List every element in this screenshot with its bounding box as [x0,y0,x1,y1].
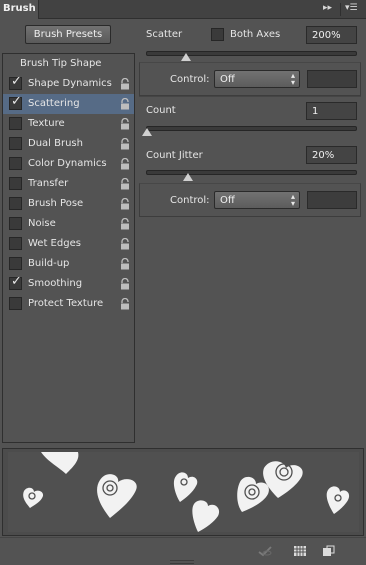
list-item[interactable]: ✓ Smoothing [3,274,134,294]
panel-footer [0,537,366,565]
scatter-label: Scatter [146,29,183,40]
option-checkbox[interactable]: ✓ [9,94,22,110]
divider [139,96,361,97]
lock-icon[interactable] [120,177,130,190]
option-checkbox[interactable] [9,137,22,150]
option-checkbox[interactable] [9,117,22,130]
tab-separator [340,3,341,16]
heart-shape [173,472,198,502]
list-item[interactable]: Brush Pose [3,194,134,214]
count-jitter-control-value: Off [220,195,235,206]
option-checkbox[interactable] [9,157,22,170]
option-checkbox[interactable] [9,237,22,250]
lock-icon[interactable] [120,277,130,290]
count-value-field[interactable]: 1 [306,102,357,120]
option-checkbox[interactable]: ✓ [9,74,22,90]
scatter-value-field[interactable]: 200% [306,26,357,44]
lock-icon[interactable] [120,257,130,270]
grid-icon[interactable] [293,545,307,557]
panel-tab-bar: Brush ▸▸ ▾☰ [0,0,366,19]
both-axes-checkbox[interactable] [211,28,224,41]
lock-icon[interactable] [120,117,130,130]
checkmark-icon: ✓ [11,74,22,89]
scatter-control-extra-field [307,70,357,88]
count-jitter-slider[interactable] [146,170,357,175]
heart-brush-stroke [23,452,350,532]
list-item[interactable]: Protect Texture [3,294,134,314]
option-label: Color Dynamics [28,158,107,169]
count-label: Count [146,105,176,116]
brush-presets-button[interactable]: Brush Presets [25,25,111,44]
list-item[interactable]: Build-up [3,254,134,274]
count-jitter-control-extra-field [307,191,357,209]
list-item[interactable]: Texture [3,114,134,134]
brush-tip-shape-item[interactable]: Brush Tip Shape [20,58,101,69]
scatter-slider[interactable] [146,51,357,56]
list-item[interactable]: Dual Brush [3,134,134,154]
dropdown-arrows-icon: ▴ ▾ [290,71,295,87]
scatter-control-label: Control: [170,74,210,85]
heart-shape [192,500,220,532]
option-label: Shape Dynamics [28,78,112,89]
option-label: Transfer [28,178,69,189]
option-label: Wet Edges [28,238,81,249]
count-jitter-control-dropdown[interactable]: Off ▴ ▾ [214,191,300,209]
option-label: Texture [28,118,65,129]
resize-grip[interactable] [170,560,194,564]
heart-shape [23,487,44,508]
lock-icon[interactable] [120,237,130,250]
scatter-control-value: Off [220,74,235,85]
count-slider-thumb[interactable] [142,128,152,136]
option-checkbox[interactable] [9,197,22,210]
count-slider[interactable] [146,126,357,131]
option-label: Build-up [28,258,70,269]
option-label: Smoothing [28,278,83,289]
brush-stroke-preview [2,448,364,536]
heart-shape [97,474,137,518]
option-label: Protect Texture [28,298,104,309]
option-label: Noise [28,218,56,229]
count-jitter-value-field[interactable]: 20% [306,146,357,164]
dropdown-arrows-icon: ▴ ▾ [290,192,295,208]
tab-brush[interactable]: Brush [0,0,39,19]
scatter-slider-thumb[interactable] [181,53,192,61]
option-label: Scattering [28,98,80,109]
lock-icon[interactable] [120,197,130,210]
heart-shape [41,452,79,474]
list-item[interactable]: Transfer [3,174,134,194]
brush-visibility-icon[interactable] [258,545,272,557]
count-jitter-slider-thumb[interactable] [183,173,194,181]
heart-shape [326,486,350,514]
new-preset-icon[interactable] [322,545,336,557]
lock-icon[interactable] [120,157,130,170]
list-item[interactable]: Wet Edges [3,234,134,254]
lock-icon[interactable] [120,77,130,90]
option-checkbox[interactable] [9,217,22,230]
lock-icon[interactable] [120,137,130,150]
checkmark-icon: ✓ [11,94,22,109]
lock-icon[interactable] [120,97,130,110]
option-checkbox[interactable]: ✓ [9,274,22,290]
checkmark-icon: ✓ [11,274,22,289]
option-checkbox[interactable] [9,177,22,190]
scatter-control-dropdown[interactable]: Off ▴ ▾ [214,70,300,88]
brush-panel: Brush ▸▸ ▾☰ Brush Presets Brush Tip Shap… [0,0,366,565]
preview-canvas [8,452,359,532]
double-chevron-right-icon[interactable]: ▸▸ [323,3,332,13]
option-label: Dual Brush [28,138,83,149]
count-jitter-control-label: Control: [170,195,210,206]
list-item[interactable]: Color Dynamics [3,154,134,174]
count-jitter-label: Count Jitter [146,150,203,161]
option-label: Brush Pose [28,198,84,209]
list-item[interactable]: Noise [3,214,134,234]
lock-icon[interactable] [120,217,130,230]
panel-menu-icon[interactable]: ▾☰ [345,3,358,13]
both-axes-label: Both Axes [230,29,281,40]
lock-icon[interactable] [120,297,130,310]
list-item[interactable]: ✓ Shape Dynamics [3,74,134,94]
option-checkbox[interactable] [9,257,22,270]
list-item[interactable]: ✓ Scattering [3,94,134,114]
option-checkbox[interactable] [9,297,22,310]
